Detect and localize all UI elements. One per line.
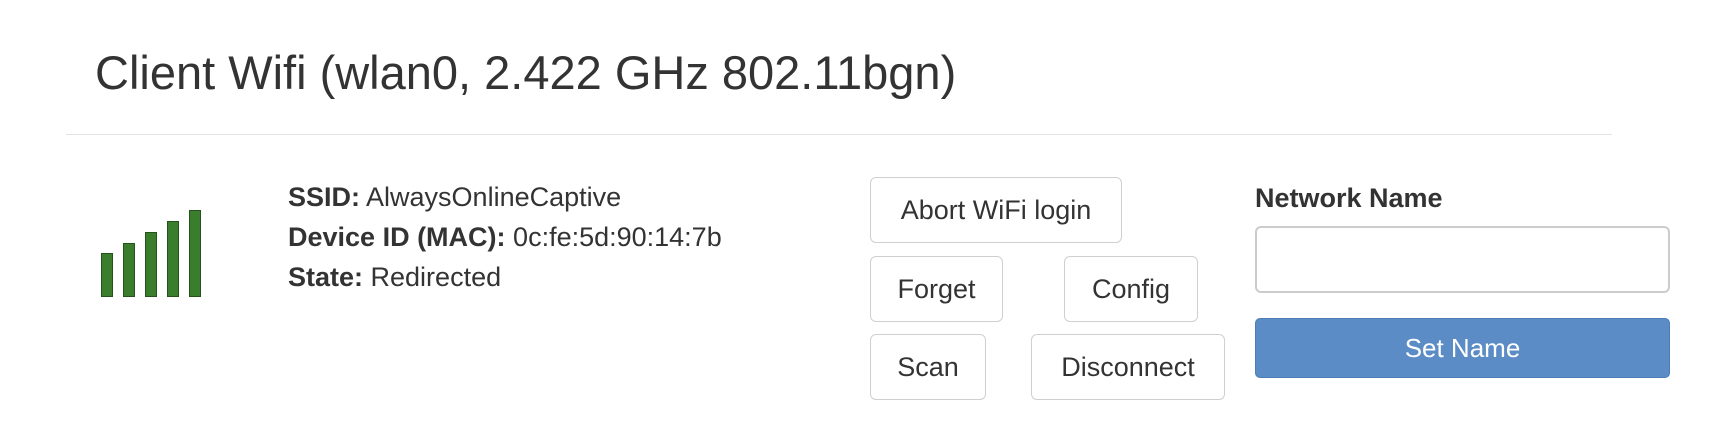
set-name-button[interactable]: Set Name: [1255, 318, 1670, 378]
connection-info: SSID: AlwaysOnlineCaptive Device ID (MAC…: [288, 177, 722, 297]
disconnect-button[interactable]: Disconnect: [1031, 334, 1225, 400]
signal-bar-2: [123, 243, 135, 297]
mac-row: Device ID (MAC): 0c:fe:5d:90:14:7b: [288, 217, 722, 257]
signal-bar-5: [189, 210, 201, 297]
signal-bar-4: [167, 221, 179, 297]
abort-wifi-login-button[interactable]: Abort WiFi login: [870, 177, 1122, 243]
scan-button[interactable]: Scan: [870, 334, 986, 400]
ssid-value: AlwaysOnlineCaptive: [366, 182, 622, 212]
network-name-label: Network Name: [1255, 183, 1443, 213]
header-divider: [66, 134, 1612, 135]
forget-button[interactable]: Forget: [870, 256, 1003, 322]
state-row: State: Redirected: [288, 257, 722, 297]
ssid-row: SSID: AlwaysOnlineCaptive: [288, 177, 722, 217]
network-name-input[interactable]: [1255, 226, 1670, 293]
signal-strength-icon: [101, 205, 211, 297]
config-button[interactable]: Config: [1064, 256, 1198, 322]
state-label: State:: [288, 262, 364, 292]
ssid-label: SSID:: [288, 182, 361, 212]
signal-bar-3: [145, 232, 157, 297]
mac-label: Device ID (MAC):: [288, 222, 506, 252]
mac-value: 0c:fe:5d:90:14:7b: [513, 222, 722, 252]
signal-bar-1: [101, 253, 113, 297]
state-value: Redirected: [370, 262, 502, 292]
page-title: Client Wifi (wlan0, 2.422 GHz 802.11bgn): [95, 46, 957, 99]
